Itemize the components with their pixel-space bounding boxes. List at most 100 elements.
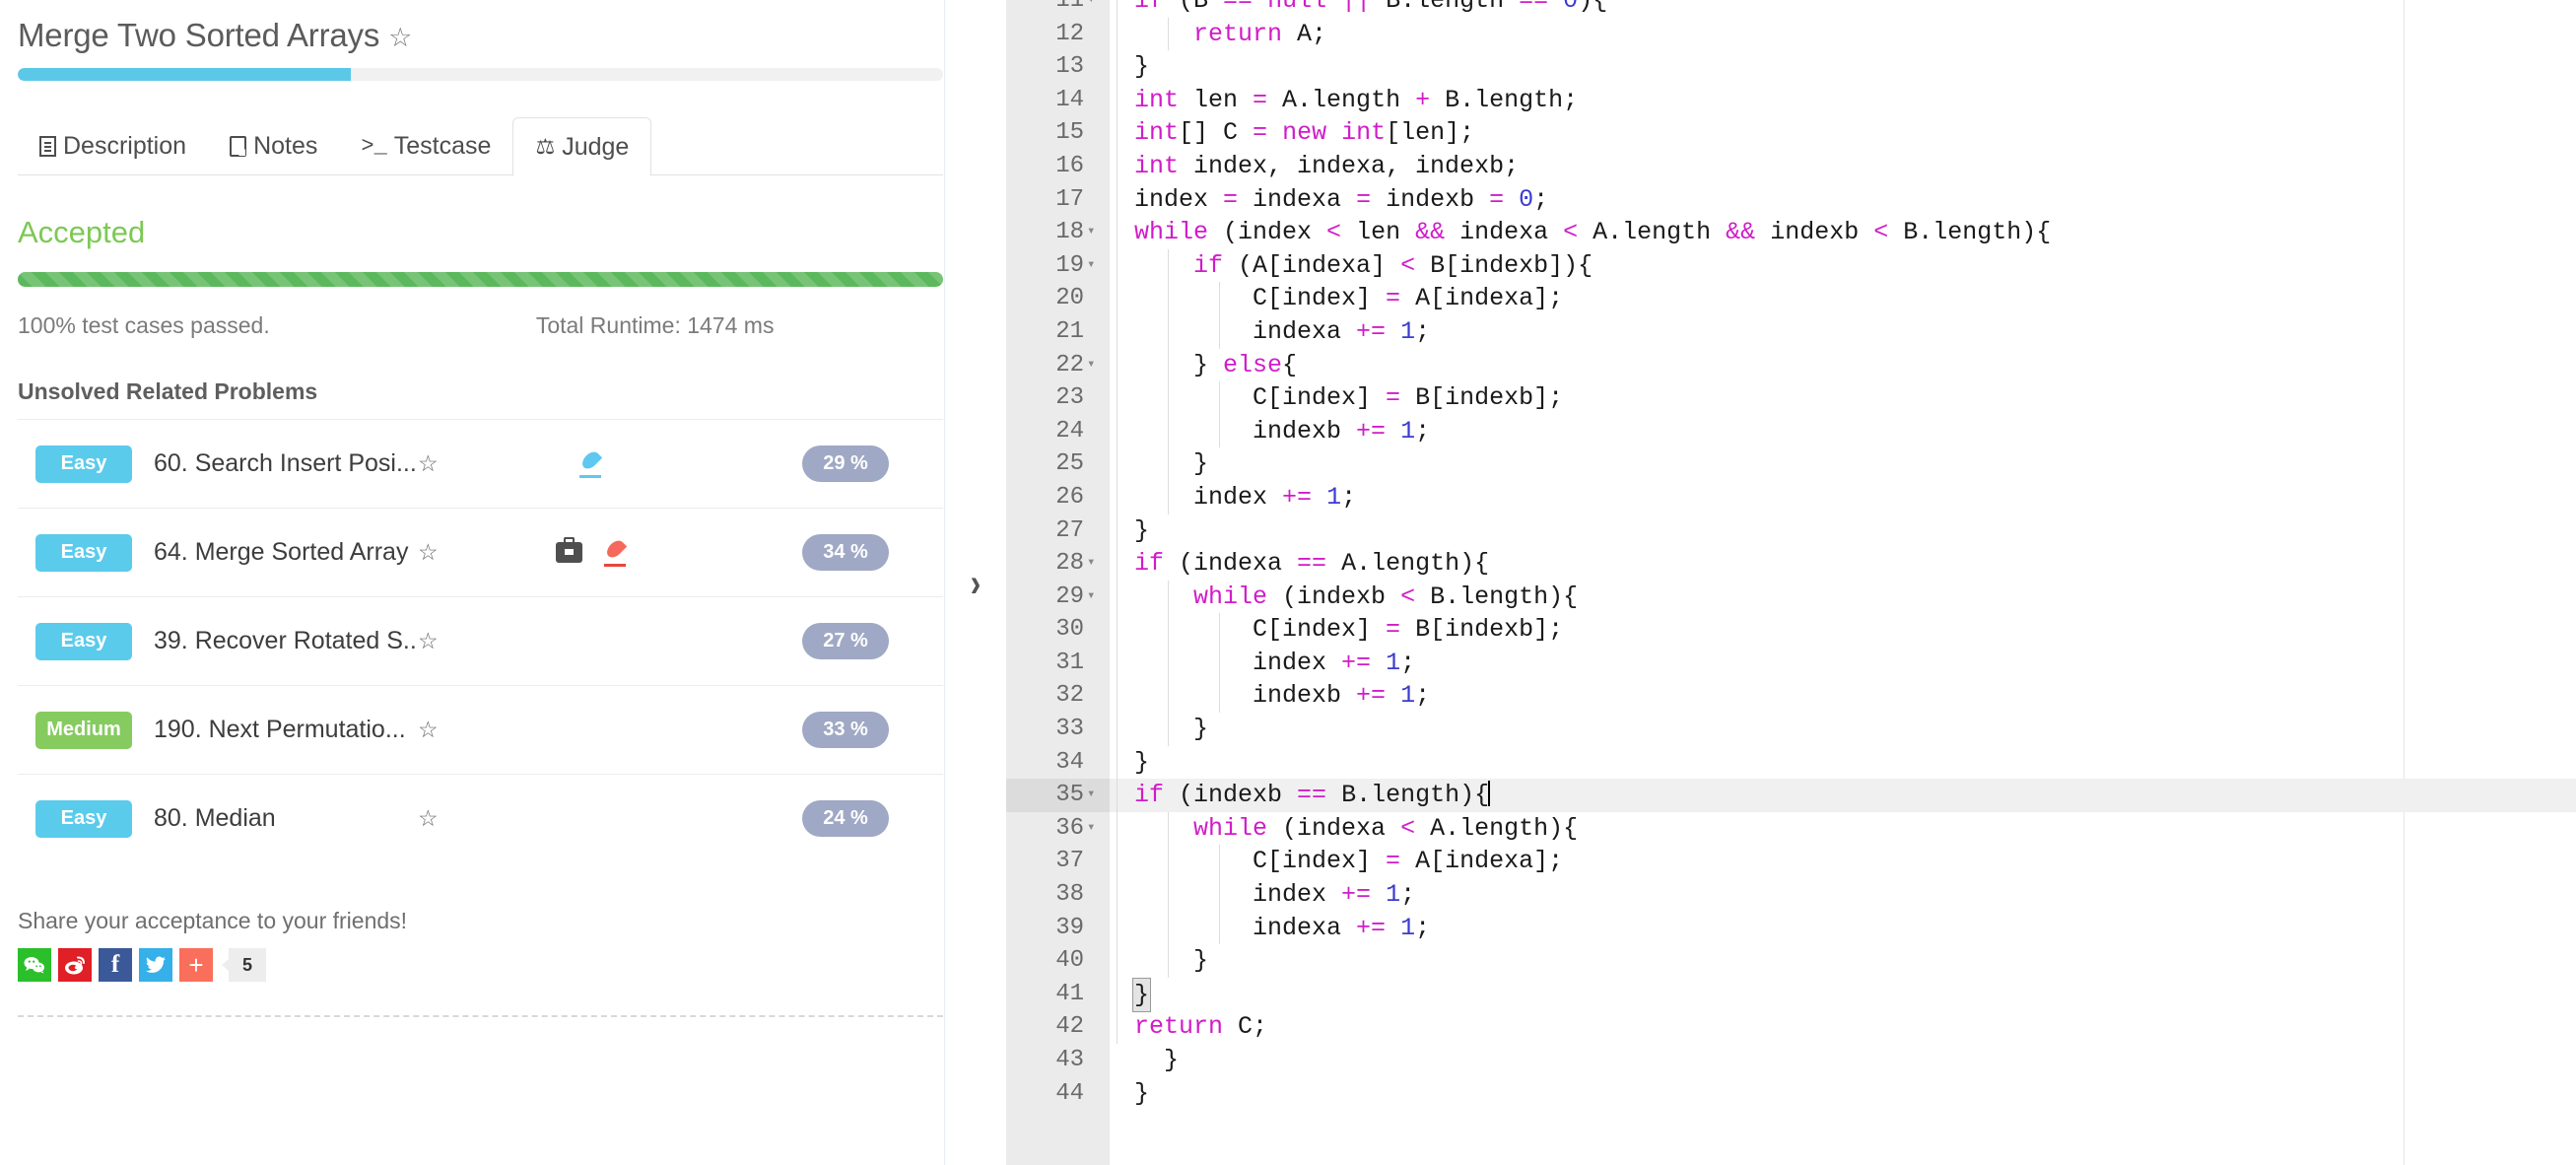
tab-description[interactable]: Description bbox=[18, 117, 208, 175]
code-line[interactable]: 25 } bbox=[1006, 447, 2576, 481]
code-line[interactable]: 43 } bbox=[1006, 1044, 2576, 1077]
related-problem-row[interactable]: Medium 190. Next Permutatio... ☆ 33 % bbox=[18, 685, 943, 774]
code-line[interactable]: 44} bbox=[1006, 1077, 2576, 1111]
code-line[interactable]: 20 C[index] = A[indexa]; bbox=[1006, 282, 2576, 315]
code-line[interactable]: 40 } bbox=[1006, 944, 2576, 978]
code-line[interactable]: 31 index += 1; bbox=[1006, 646, 2576, 680]
acceptance-rate-badge: 27 % bbox=[802, 623, 889, 660]
code-line[interactable]: 27} bbox=[1006, 514, 2576, 548]
code-line[interactable]: 11 ▾ if (B == null || B.length == 0){ bbox=[1006, 0, 2576, 18]
code-text: while (indexb < B.length){ bbox=[1193, 582, 1579, 611]
code-line[interactable]: 18 ▾ while (index < len && indexa < A.leng… bbox=[1006, 216, 2576, 249]
code-text: indexb += 1; bbox=[1134, 681, 1431, 711]
indent-guide bbox=[1117, 547, 1118, 581]
code-text: } bbox=[1132, 977, 2576, 1013]
code-line[interactable]: 36 ▾ while (indexa < A.length){ bbox=[1006, 811, 2576, 846]
tab-notes[interactable]: Notes bbox=[208, 117, 339, 175]
related-problem-link[interactable]: 80. Median bbox=[154, 804, 418, 833]
code-line[interactable]: 38 index += 1; bbox=[1006, 878, 2576, 912]
code-text: } bbox=[1134, 52, 1150, 82]
indent-guide bbox=[1117, 17, 1118, 51]
related-problem-row[interactable]: Easy 64. Merge Sorted Array ☆ 34 % bbox=[18, 508, 943, 596]
code-line[interactable]: 41} bbox=[1006, 977, 2576, 1013]
twitter-share-icon[interactable] bbox=[139, 948, 172, 983]
code-text: } bbox=[1134, 449, 1209, 479]
related-problem-row[interactable]: Easy 39. Recover Rotated S... ☆ 27 % bbox=[18, 596, 943, 685]
related-problem-link[interactable]: 39. Recover Rotated S... bbox=[154, 627, 418, 655]
fold-toggle-icon[interactable]: ▾ bbox=[1087, 812, 1095, 846]
indent-guide bbox=[1117, 216, 1118, 249]
code-line[interactable]: 19 ▾ if (A[indexa] < B[indexb]){ bbox=[1006, 248, 2576, 283]
tab-judge[interactable]: ⚖ Judge bbox=[512, 117, 652, 177]
acceptance-rate-badge: 24 % bbox=[802, 800, 889, 838]
fold-toggle-icon[interactable]: ▾ bbox=[1087, 249, 1095, 283]
tab-bar: Description Notes >_ Testcase ⚖ Judge bbox=[18, 116, 943, 177]
indent-guide bbox=[1117, 745, 1118, 780]
code-line[interactable]: 30 C[index] = B[indexb]; bbox=[1006, 613, 2576, 647]
code-line[interactable]: 21 indexa += 1; bbox=[1006, 314, 2576, 349]
fold-toggle-icon[interactable]: ▾ bbox=[1087, 581, 1095, 614]
code-text: if (indexa == A.length){ bbox=[1134, 549, 1490, 579]
line-number: 12 bbox=[1055, 20, 1084, 47]
star-outline-icon[interactable]: ☆ bbox=[418, 628, 439, 654]
code-line[interactable]: 23 C[index] = B[indexb]; bbox=[1006, 381, 2576, 415]
related-problem-link[interactable]: 60. Search Insert Posi... bbox=[154, 449, 418, 478]
indent-guide bbox=[1117, 381, 1118, 415]
more-share-icon[interactable]: + bbox=[179, 948, 213, 983]
indent-guide bbox=[1117, 811, 1118, 846]
line-number: 41 bbox=[1055, 980, 1084, 1007]
star-outline-icon[interactable]: ☆ bbox=[388, 25, 412, 51]
fold-toggle-icon[interactable]: ▾ bbox=[1087, 216, 1095, 249]
tab-label: Testcase bbox=[393, 132, 492, 161]
code-text: } bbox=[1134, 747, 1150, 777]
code-line[interactable]: 24 indexb += 1; bbox=[1006, 414, 2576, 448]
star-outline-icon[interactable]: ☆ bbox=[418, 450, 439, 477]
related-problem-link[interactable]: 64. Merge Sorted Array bbox=[154, 538, 418, 567]
tab-testcase[interactable]: >_ Testcase bbox=[339, 117, 512, 175]
star-outline-icon[interactable]: ☆ bbox=[418, 805, 439, 832]
line-number: 21 bbox=[1055, 317, 1084, 345]
code-line[interactable]: 39 indexa += 1; bbox=[1006, 911, 2576, 945]
code-line[interactable]: 35 ▾ if (indexb == B.length){ bbox=[1006, 779, 2576, 812]
code-line[interactable]: 26 index += 1; bbox=[1006, 480, 2576, 514]
code-line[interactable]: 14 int len = A.length + B.length; bbox=[1006, 83, 2576, 117]
star-outline-icon[interactable]: ☆ bbox=[418, 717, 439, 743]
fold-toggle-icon[interactable]: ▾ bbox=[1087, 547, 1095, 581]
briefcase-icon bbox=[555, 537, 582, 564]
code-line[interactable]: 33 } bbox=[1006, 713, 2576, 746]
facebook-share-icon[interactable]: f bbox=[99, 948, 132, 983]
related-problem-row[interactable]: Easy 80. Median ☆ 24 % bbox=[18, 774, 943, 862]
line-number: 13 bbox=[1055, 53, 1084, 81]
code-line[interactable]: 17 index = indexa = indexb = 0; bbox=[1006, 182, 2576, 217]
code-line[interactable]: 32 indexb += 1; bbox=[1006, 679, 2576, 714]
code-line[interactable]: 37 C[index] = A[indexa]; bbox=[1006, 845, 2576, 879]
related-problem-row[interactable]: Easy 60. Search Insert Posi... ☆ 29 % bbox=[18, 419, 943, 508]
code-line[interactable]: 16 int index, indexa, indexb; bbox=[1006, 149, 2576, 183]
code-line[interactable]: 13} bbox=[1006, 50, 2576, 84]
fold-toggle-icon[interactable]: ▾ bbox=[1087, 349, 1095, 382]
code-line[interactable]: 28 ▾ if (indexa == A.length){ bbox=[1006, 547, 2576, 581]
code-lines[interactable]: 11 ▾ if (B == null || B.length == 0){12 re… bbox=[1006, 0, 2576, 1110]
related-problems-list: Easy 60. Search Insert Posi... ☆ 29 % Easy 64… bbox=[18, 419, 943, 862]
code-text: } bbox=[1134, 515, 1150, 545]
code-text: indexa += 1; bbox=[1134, 316, 1431, 346]
code-text: } bbox=[1134, 946, 1209, 976]
wechat-share-icon[interactable] bbox=[18, 948, 51, 983]
chevron-right-icon[interactable]: › bbox=[971, 563, 982, 602]
code-line[interactable]: 12 return A; bbox=[1006, 17, 2576, 51]
star-outline-icon[interactable]: ☆ bbox=[418, 539, 439, 566]
code-line[interactable]: 34} bbox=[1006, 745, 2576, 780]
fold-toggle-icon[interactable]: ▾ bbox=[1087, 779, 1095, 812]
code-line[interactable]: 42 return C; bbox=[1006, 1010, 2576, 1044]
code-line[interactable]: 29 ▾ while (indexb < B.length){ bbox=[1006, 580, 2576, 614]
fold-toggle-icon[interactable]: ▾ bbox=[1087, 0, 1095, 18]
related-problem-link[interactable]: 190. Next Permutatio... bbox=[154, 716, 418, 744]
indent-guide bbox=[1117, 845, 1118, 879]
code-line[interactable]: 22 ▾ } else{ bbox=[1006, 348, 2576, 382]
code-line[interactable]: 15 int[] C = new int[len]; bbox=[1006, 116, 2576, 150]
code-editor[interactable]: 11 ▾ if (B == null || B.length == 0){12 re… bbox=[1006, 0, 2576, 1165]
result-stats: 100% test cases passed. Total Runtime: 1… bbox=[18, 312, 943, 339]
tab-label: Notes bbox=[253, 132, 318, 161]
panel-splitter[interactable]: › bbox=[944, 0, 1007, 1165]
weibo-share-icon[interactable] bbox=[58, 948, 92, 983]
